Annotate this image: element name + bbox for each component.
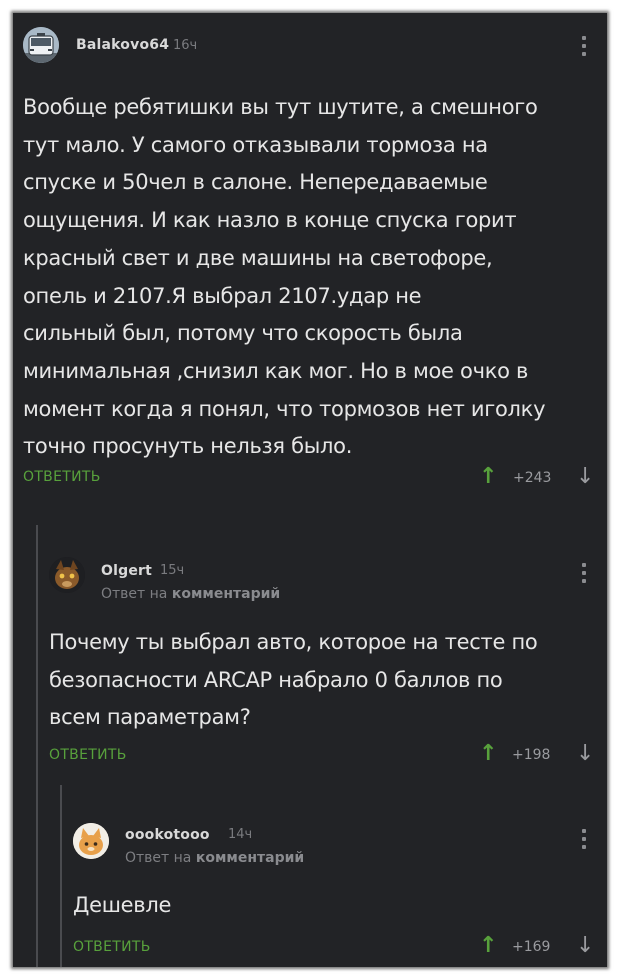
comment-text: Почему ты выбрал авто, которое на тесте … — [49, 630, 538, 730]
comment: Olgert 15ч Ответ на комментарий Почему т… — [37, 535, 607, 783]
vote-up-icon[interactable]: ↑ — [479, 743, 497, 765]
rating-count: +169 — [512, 939, 551, 955]
reply-to-note[interactable]: Ответ на комментарий — [101, 586, 280, 602]
more-options-icon[interactable] — [582, 563, 586, 587]
username[interactable]: Olgert — [101, 563, 152, 579]
comment-time: 16ч — [173, 38, 198, 53]
vote-up-icon[interactable]: ↑ — [479, 466, 497, 488]
reply-to-note[interactable]: Ответ на комментарий — [125, 850, 304, 866]
comment-time: 15ч — [160, 563, 185, 578]
comment-text: Вообще ребятишки вы тут шутите, а смешно… — [23, 95, 546, 459]
more-options-icon[interactable] — [582, 36, 586, 60]
user-avatar[interactable] — [23, 27, 59, 63]
comment: oookotooo 14ч Ответ на комментарий Дешев… — [61, 789, 607, 967]
comments-panel: Balakovo64 16ч Вообще ребятишки вы тут ш… — [13, 13, 607, 967]
username[interactable]: oookotooo — [125, 827, 210, 843]
user-avatar[interactable] — [73, 823, 109, 859]
rating-count: +198 — [512, 747, 551, 763]
comment-time: 14ч — [228, 827, 253, 842]
rating-count: +243 — [513, 470, 552, 486]
animal-avatar-icon — [49, 557, 85, 593]
comment: Balakovo64 16ч Вообще ребятишки вы тут ш… — [13, 13, 607, 523]
vote-down-icon[interactable]: ↓ — [576, 935, 594, 957]
cat-avatar-icon — [73, 823, 109, 859]
comment-text: Дешевле — [73, 893, 172, 917]
reply-button[interactable]: ОТВЕТИТЬ — [49, 747, 127, 763]
more-options-icon[interactable] — [582, 829, 586, 853]
vote-down-icon[interactable]: ↓ — [576, 743, 594, 765]
user-avatar[interactable] — [49, 557, 85, 593]
reply-button[interactable]: ОТВЕТИТЬ — [73, 939, 151, 955]
reply-button[interactable]: ОТВЕТИТЬ — [23, 469, 101, 485]
bus-avatar-icon — [23, 27, 59, 63]
username[interactable]: Balakovo64 — [76, 37, 169, 53]
vote-up-icon[interactable]: ↑ — [479, 935, 497, 957]
vote-down-icon[interactable]: ↓ — [576, 466, 594, 488]
